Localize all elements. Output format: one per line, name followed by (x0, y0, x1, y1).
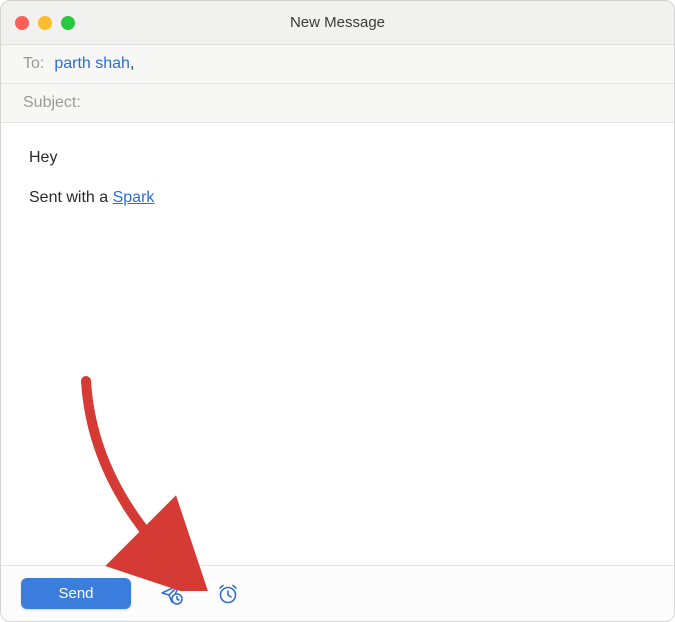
reminder-button[interactable] (213, 579, 243, 609)
to-row[interactable]: To: parth shah, (1, 45, 674, 84)
to-recipient-suffix: , (130, 55, 134, 73)
paper-plane-schedule-icon (160, 583, 184, 605)
message-body[interactable]: Hey Sent with a Spark (1, 123, 674, 565)
footer-toolbar: Send (1, 565, 674, 621)
window-controls (15, 16, 75, 30)
header-fields: To: parth shah, Subject: (1, 45, 674, 123)
to-recipient[interactable]: parth shah (54, 55, 130, 73)
send-later-button[interactable] (157, 579, 187, 609)
spark-link[interactable]: Spark (113, 189, 155, 206)
to-label: To: (23, 55, 44, 73)
minimize-window-button[interactable] (38, 16, 52, 30)
titlebar: New Message (1, 1, 674, 45)
maximize-window-button[interactable] (61, 16, 75, 30)
subject-row[interactable]: Subject: (1, 84, 674, 122)
close-window-button[interactable] (15, 16, 29, 30)
send-button[interactable]: Send (21, 578, 131, 609)
alarm-clock-icon (217, 583, 239, 605)
subject-label: Subject: (23, 94, 81, 112)
window-title: New Message (1, 14, 674, 31)
signature-line: Sent with a Spark (29, 185, 646, 211)
compose-window: New Message To: parth shah, Subject: Hey… (0, 0, 675, 622)
signature-prefix: Sent with a (29, 189, 113, 206)
body-line-1: Hey (29, 145, 646, 171)
